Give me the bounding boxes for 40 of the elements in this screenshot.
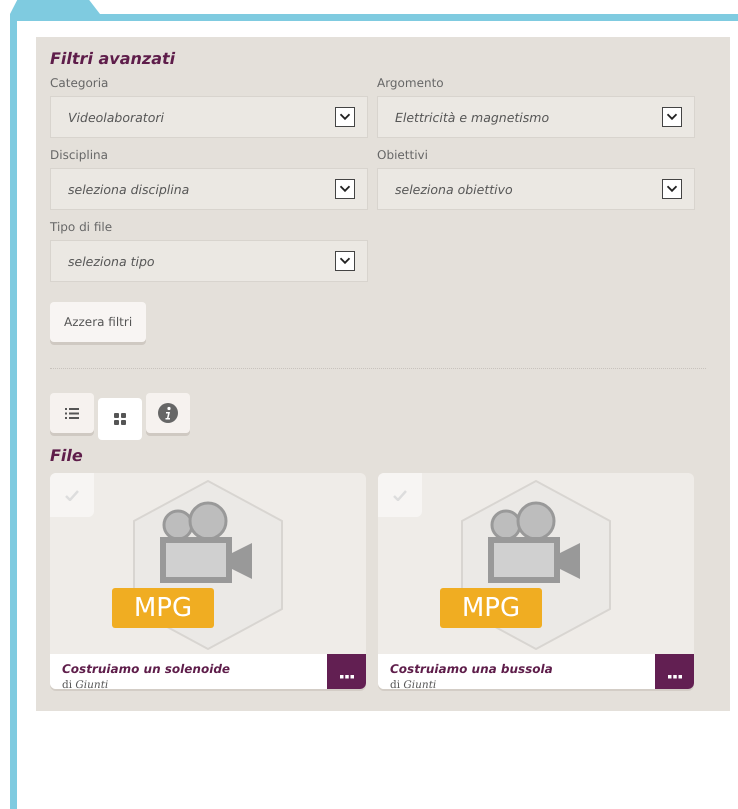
more-button[interactable] (655, 654, 694, 689)
file-card[interactable]: MPG Costruiamo una bussola di Giunti (378, 473, 694, 689)
field-label: Disciplina (50, 148, 110, 162)
section-title: File (50, 446, 84, 465)
reset-button[interactable]: Azzera filtri (50, 302, 146, 342)
checkbox[interactable] (378, 473, 422, 517)
info-icon (158, 403, 178, 423)
file-author: di Giunti (390, 679, 438, 689)
check-icon (393, 490, 407, 500)
file-title: Costruiamo una bussola (390, 662, 554, 676)
more-icon (340, 674, 354, 678)
more-icon (668, 674, 682, 678)
view-toggle[interactable] (50, 393, 94, 433)
grid-icon (114, 413, 126, 425)
view-toggle[interactable] (146, 393, 190, 433)
dropdown-field[interactable]: Videolaboratori (50, 96, 368, 138)
file-type-badge: MPG (440, 588, 542, 628)
dropdown-field[interactable]: seleziona tipo (50, 240, 368, 282)
check-icon (65, 490, 79, 500)
checkbox[interactable] (50, 473, 94, 517)
caret-icon (662, 107, 682, 127)
field-label: Obiettivi (377, 148, 429, 162)
file-type-badge: MPG (112, 588, 214, 628)
caret-icon (335, 251, 355, 271)
list-icon (65, 408, 79, 418)
dropdown-field[interactable]: seleziona obiettivo (377, 168, 695, 210)
more-button[interactable] (327, 654, 366, 689)
dropdown-field[interactable]: seleziona disciplina (50, 168, 368, 210)
file-author: di Giunti (62, 679, 110, 689)
file-card[interactable]: MPG Costruiamo un solenoide di Giunti (50, 473, 366, 689)
field-label: Tipo di file (50, 220, 114, 234)
caret-icon (662, 179, 682, 199)
file-title: Costruiamo un solenoide (62, 662, 232, 676)
view-toggle[interactable] (98, 398, 142, 440)
field-label: Argomento (377, 76, 445, 90)
panel-title: Filtri avanzati (50, 49, 176, 68)
caret-icon (335, 179, 355, 199)
dropdown-field[interactable]: Elettricità e magnetismo (377, 96, 695, 138)
caret-icon (335, 107, 355, 127)
field-label: Categoria (50, 76, 110, 90)
